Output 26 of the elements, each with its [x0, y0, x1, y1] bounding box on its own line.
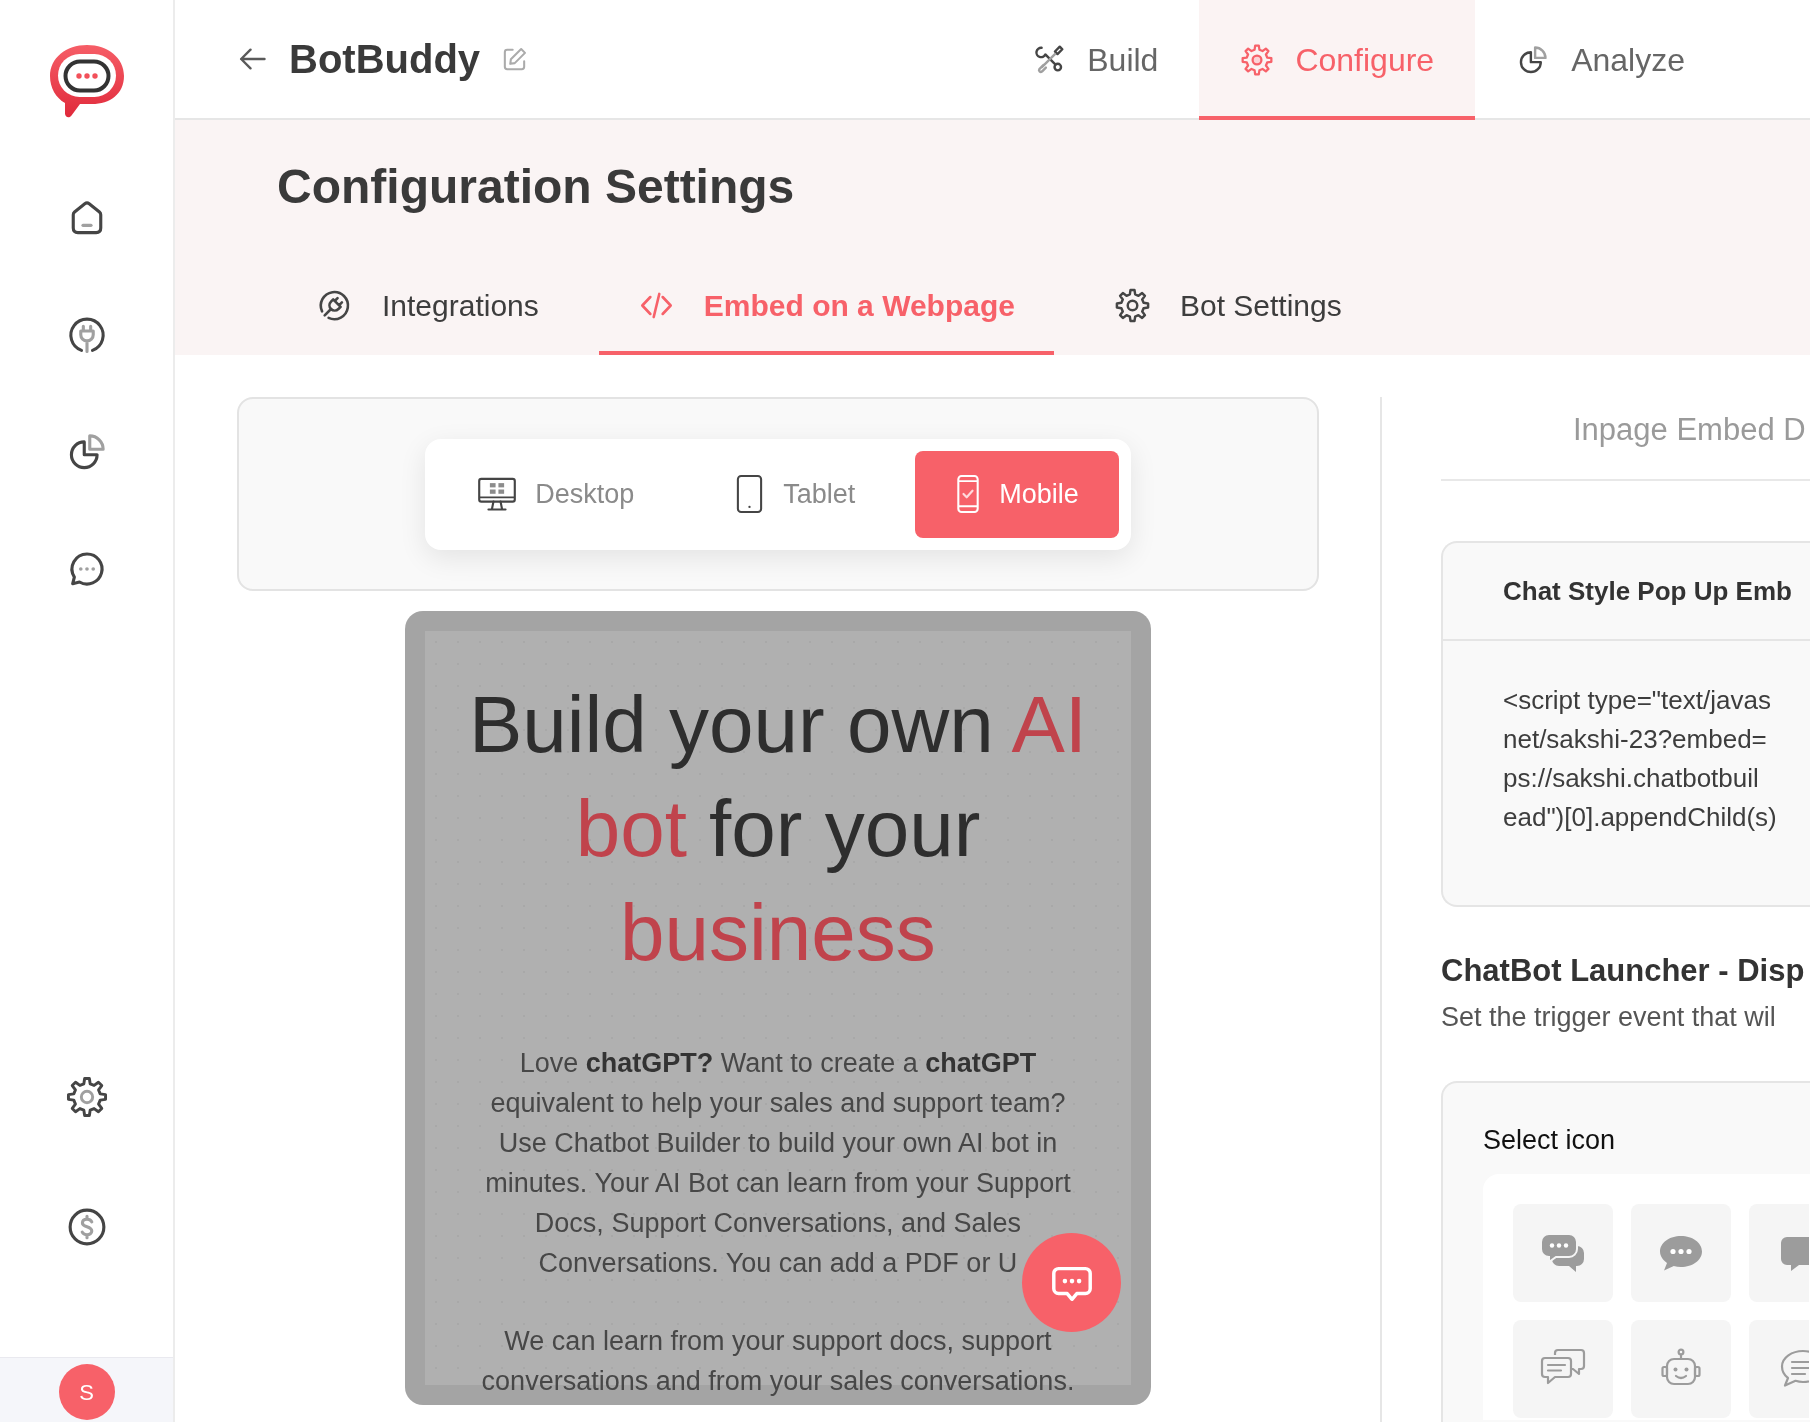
- launcher-title: ChatBot Launcher - Disp: [1441, 952, 1805, 990]
- device-tab[interactable]: Tablet: [694, 450, 896, 538]
- settings-tab[interactable]: Embed on a Webpage: [598, 255, 1054, 355]
- snippet-title: Chat Style Pop Up Emb: [1443, 543, 1810, 641]
- preview-heading: Build your own AI bot for your business: [468, 679, 1088, 979]
- preview-paragraph: Love chatGPT? Want to create a chatGPT equivalent to help your sales and support team? Use Chatbot Builder to build your own AI bot in minutes. Your AI Bot can learn from your Support Docs, Support Conversations, and Sales Conversations. You can add a PDF or U: [485, 1047, 1071, 1280]
- nav-tab[interactable]: Configure: [1199, 0, 1476, 120]
- settings-icon: [1113, 286, 1151, 324]
- monitor-icon: [477, 475, 518, 513]
- select-icon-label: Select icon: [1483, 1124, 1616, 1157]
- nav-tab[interactable]: Analyze: [1475, 0, 1726, 120]
- device-tab[interactable]: Mobile: [915, 450, 1119, 538]
- settings-tab[interactable]: Integrations: [277, 255, 578, 355]
- settings-tab[interactable]: Bot Settings: [1074, 255, 1381, 355]
- device-tab[interactable]: Desktop: [437, 450, 675, 538]
- bot-name: BotBuddy: [289, 36, 481, 83]
- preview-paragraph: We can learn from your support docs, support conversations and from your sales conversations.: [481, 1325, 1075, 1398]
- embed-tab[interactable]: Inpage Embed D: [1573, 411, 1806, 448]
- launcher-description: Set the trigger event that wil: [1441, 1001, 1776, 1034]
- settings-icon[interactable]: [64, 1075, 109, 1119]
- settings-icon: [1240, 43, 1275, 77]
- phone-icon: [955, 474, 982, 514]
- embed-code-text: <script type="text/javas net/sakshi-23?embed= ps://sakshi.chatbotbuil ead")[0].appendChild(s): [1502, 684, 1778, 834]
- nav-tab[interactable]: Build: [991, 0, 1200, 120]
- user-avatar[interactable]: S: [58, 1364, 115, 1420]
- page-title: Configuration Settings: [277, 159, 795, 215]
